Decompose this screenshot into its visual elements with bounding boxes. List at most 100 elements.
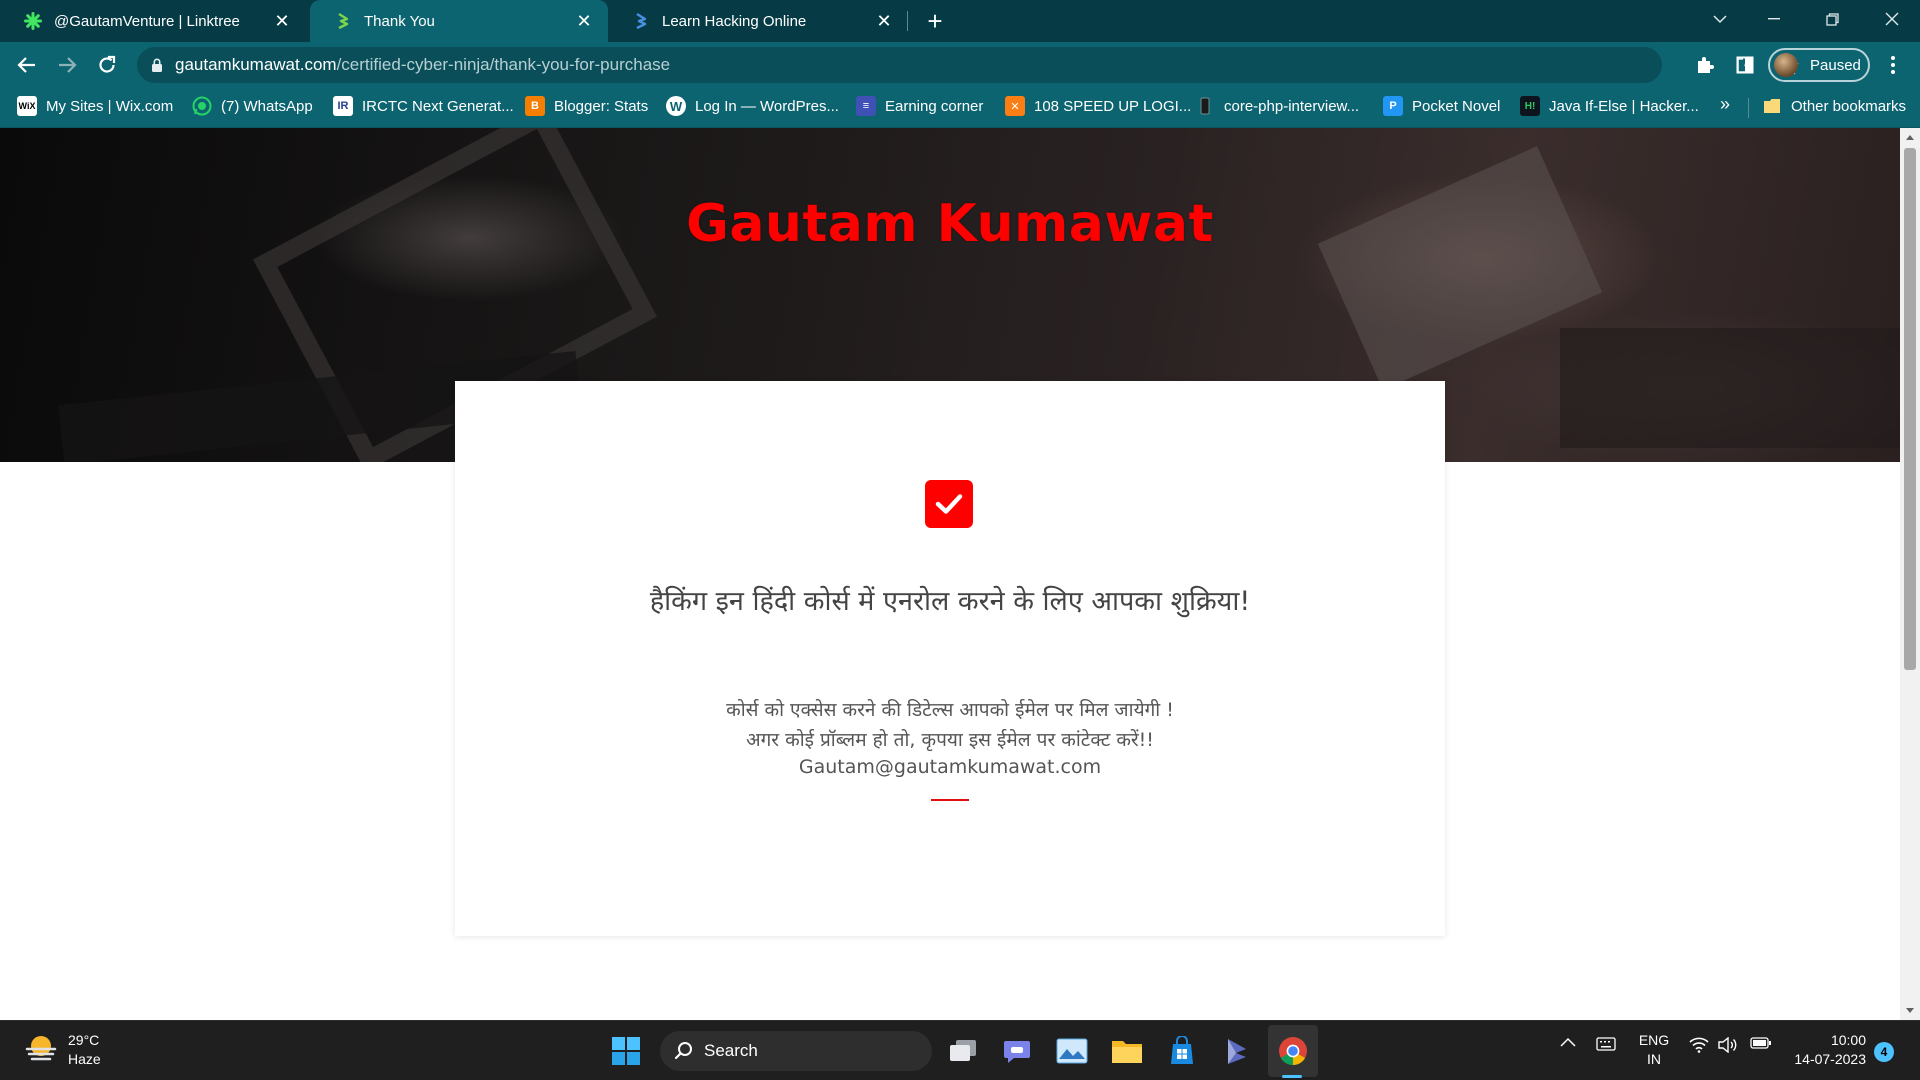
- bookmark-label: My Sites | Wix.com: [46, 97, 174, 115]
- bookmark-label: (7) WhatsApp: [221, 97, 313, 115]
- bookmark-whatsapp[interactable]: (7) WhatsApp: [192, 88, 313, 124]
- site-logo-icon: [334, 12, 352, 30]
- region-code: IN: [1647, 1051, 1661, 1067]
- clock-date: 14-07-2023: [1794, 1051, 1866, 1067]
- linktree-icon: [24, 12, 42, 30]
- tab-title: Thank You: [364, 12, 435, 30]
- bookmark-label: Earning corner: [885, 97, 984, 115]
- new-tab-button[interactable]: +: [920, 6, 950, 36]
- taskbar-search[interactable]: Search: [660, 1031, 932, 1071]
- access-details-text: कोर्स को एक्सेस करने की डिटेल्स आपको ईमे…: [726, 699, 1174, 721]
- tab-learn-hacking[interactable]: Learn Hacking Online ✕: [608, 0, 908, 42]
- address-bar[interactable]: gautamkumawat.com/certified-cyber-ninja/…: [137, 47, 1799, 83]
- weather-temp: 29°C: [68, 1032, 100, 1048]
- volume-icon[interactable]: [1717, 1037, 1737, 1053]
- bookmark-label: Blogger: Stats: [554, 97, 649, 115]
- bookmark-label: core-php-interview...: [1224, 97, 1360, 115]
- tab-thank-you[interactable]: Thank You ✕: [310, 0, 608, 42]
- task-view-icon[interactable]: [943, 1031, 983, 1071]
- blogger-icon: B: [525, 96, 545, 116]
- chrome-taskbar-button[interactable]: [1268, 1025, 1318, 1077]
- tab-search-chevron-icon[interactable]: [1692, 0, 1748, 38]
- scroll-down-arrow-icon[interactable]: [1900, 1002, 1920, 1020]
- keyboard-icon[interactable]: [1596, 1037, 1616, 1051]
- contact-instructions-text: अगर कोई प्रॉब्लम हो तो, कृपया इस ईमेल पर…: [746, 729, 1154, 751]
- bookmark-blogger[interactable]: B Blogger: Stats: [525, 88, 648, 124]
- tab-title: @GautamVenture | Linktree: [54, 12, 240, 30]
- close-tab-icon[interactable]: ✕: [270, 9, 294, 33]
- tab-separator: [907, 11, 908, 31]
- taskbar-clock[interactable]: 10:00 14-07-2023: [1780, 1031, 1866, 1069]
- hero-keyboard-shape: [1560, 328, 1900, 448]
- close-tab-icon[interactable]: ✕: [572, 9, 596, 33]
- weather-widget[interactable]: 29°C Haze: [24, 1031, 101, 1069]
- wifi-icon[interactable]: [1689, 1037, 1709, 1053]
- tray-overflow-chevron-icon[interactable]: [1560, 1037, 1576, 1047]
- battery-icon[interactable]: [1750, 1037, 1772, 1049]
- bookmarks-overflow-button[interactable]: »: [1720, 94, 1730, 115]
- menu-kebab-icon[interactable]: [1877, 49, 1909, 81]
- close-tab-icon[interactable]: ✕: [872, 9, 896, 33]
- store-icon[interactable]: [1162, 1031, 1202, 1071]
- whatsapp-icon: [192, 96, 212, 116]
- windows-taskbar: 29°C Haze Search ENG IN 10:00 14-07-2023…: [0, 1020, 1920, 1080]
- other-bookmarks[interactable]: Other bookmarks: [1762, 88, 1906, 124]
- start-windows-icon[interactable]: [606, 1031, 646, 1071]
- url-host: gautamkumawat.com: [175, 55, 337, 74]
- input-language[interactable]: ENG IN: [1636, 1031, 1672, 1069]
- bookmark-wix[interactable]: WiX My Sites | Wix.com: [17, 88, 173, 124]
- clock-time: 10:00: [1830, 1032, 1866, 1048]
- page-viewport: Gautam Kumawat हैकिंग इन हिंदी कोर्स में…: [0, 128, 1900, 1020]
- phone-icon: [1195, 96, 1215, 116]
- pocket-novel-icon: P: [1383, 96, 1403, 116]
- copilot-icon[interactable]: [1217, 1031, 1257, 1071]
- site-logo-icon: [632, 12, 650, 30]
- scroll-thumb[interactable]: [1904, 148, 1916, 670]
- restore-button[interactable]: [1804, 0, 1860, 38]
- close-window-button[interactable]: [1864, 0, 1920, 38]
- bookmark-irctc[interactable]: IR IRCTC Next Generat...: [333, 88, 514, 124]
- avatar: [1774, 53, 1798, 77]
- bookmark-core-php[interactable]: core-php-interview...: [1195, 88, 1359, 124]
- wix-icon: WiX: [17, 96, 37, 116]
- tab-title: Learn Hacking Online: [662, 12, 807, 30]
- profile-button[interactable]: Paused: [1768, 48, 1870, 82]
- search-label: Search: [704, 1041, 758, 1060]
- bookmarks-divider: [1748, 98, 1749, 118]
- speedup-icon: ✕: [1005, 96, 1025, 116]
- extensions-puzzle-icon[interactable]: [1689, 49, 1721, 81]
- reload-button[interactable]: [91, 49, 123, 81]
- forward-button[interactable]: [51, 49, 83, 81]
- back-button[interactable]: [11, 49, 43, 81]
- haze-sun-icon: [24, 1033, 58, 1068]
- chat-icon[interactable]: [997, 1031, 1037, 1071]
- bookmark-pocket-novel[interactable]: P Pocket Novel: [1383, 88, 1500, 124]
- search-icon: [674, 1041, 694, 1061]
- minimize-button[interactable]: [1746, 0, 1802, 38]
- site-title: Gautam Kumawat: [686, 194, 1214, 254]
- bookmark-wordpress[interactable]: W Log In — WordPres...: [666, 88, 839, 124]
- bookmark-label: Java If-Else | Hacker...: [1549, 97, 1699, 115]
- hackerrank-icon: H!: [1520, 96, 1540, 116]
- file-explorer-icon[interactable]: [1107, 1031, 1147, 1071]
- bookmark-label: 108 SPEED UP LOGI...: [1034, 97, 1192, 115]
- page-scrollbar[interactable]: [1900, 128, 1920, 1020]
- bookmark-speed-up[interactable]: ✕ 108 SPEED UP LOGI...: [1005, 88, 1191, 124]
- folder-icon: [1762, 96, 1782, 116]
- tab-strip: @GautamVenture | Linktree ✕ Thank You ✕ …: [0, 0, 1920, 42]
- earning-icon: ≡: [856, 96, 876, 116]
- irctc-icon: IR: [333, 96, 353, 116]
- scroll-up-arrow-icon[interactable]: [1900, 128, 1920, 146]
- lock-icon[interactable]: [151, 58, 163, 73]
- bookmark-earning-corner[interactable]: ≡ Earning corner: [856, 88, 983, 124]
- notification-badge[interactable]: 4: [1874, 1042, 1894, 1062]
- bookmark-label: Pocket Novel: [1412, 97, 1501, 115]
- weather-desc: Haze: [68, 1051, 101, 1067]
- url-path: /certified-cyber-ninja/thank-you-for-pur…: [336, 55, 671, 74]
- tab-linktree[interactable]: @GautamVenture | Linktree ✕: [0, 0, 306, 42]
- bookmark-label: Log In — WordPres...: [695, 97, 839, 115]
- side-panel-icon[interactable]: [1729, 49, 1761, 81]
- bookmark-label: Other bookmarks: [1791, 97, 1907, 115]
- bookmark-hackerrank[interactable]: H! Java If-Else | Hacker...: [1520, 88, 1699, 124]
- photos-icon[interactable]: [1052, 1031, 1092, 1071]
